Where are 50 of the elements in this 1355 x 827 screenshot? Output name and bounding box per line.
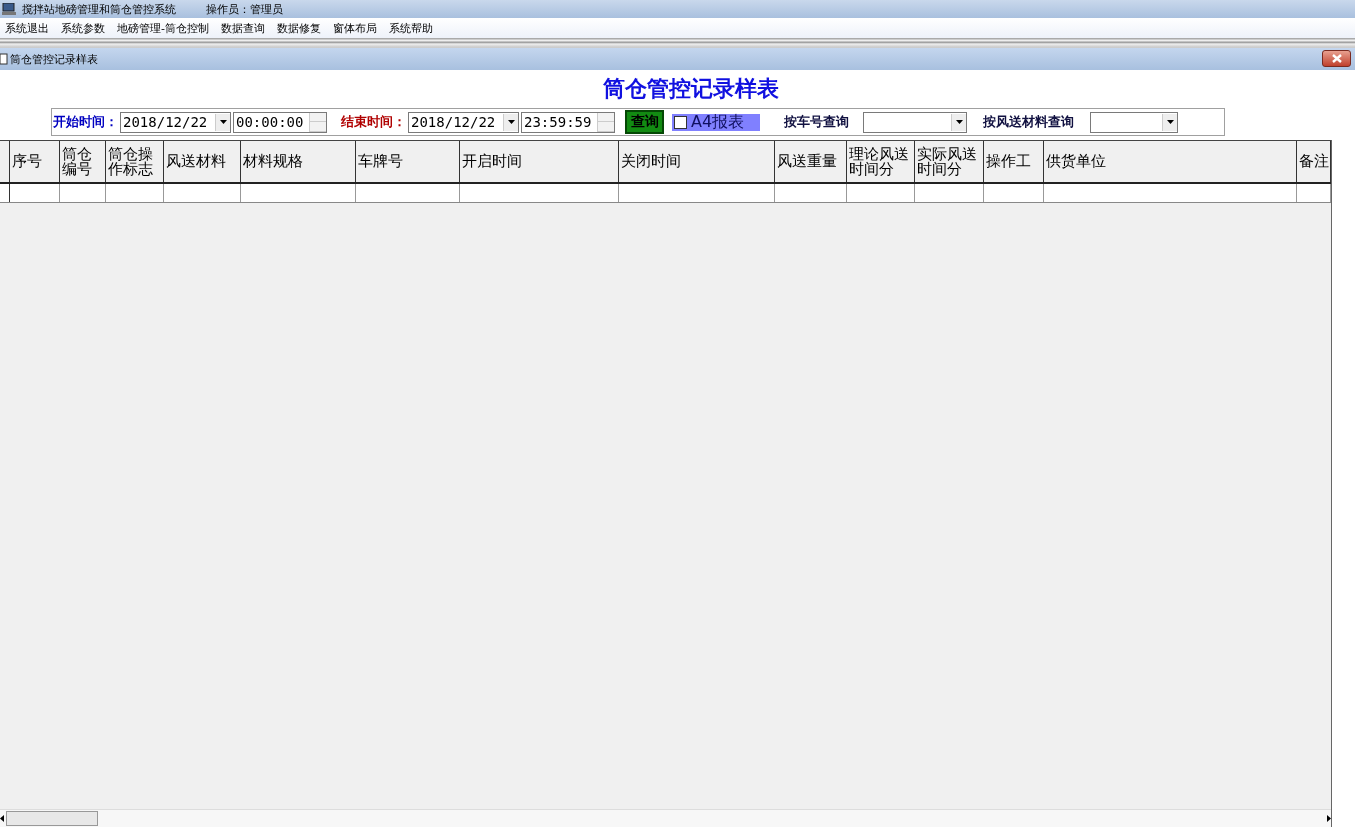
menu-item[interactable]: 系统帮助	[384, 20, 440, 36]
scrollbar-thumb[interactable]	[6, 811, 98, 826]
column-header[interactable]: 操作工	[984, 141, 1044, 182]
dropdown-arrow-icon	[955, 120, 963, 124]
column-header[interactable]: 关闭时间	[619, 141, 775, 182]
computer-icon	[2, 3, 16, 15]
dropdown-arrow-icon	[1166, 120, 1174, 124]
material-dropdown[interactable]	[1090, 111, 1178, 133]
query-button[interactable]: 查询	[625, 110, 664, 134]
column-header[interactable]: 开启时间	[460, 141, 619, 182]
child-window-title: 筒仓管控记录样表	[10, 51, 98, 67]
spin-buttons[interactable]	[309, 112, 326, 132]
menu-item[interactable]: 数据修复	[272, 20, 328, 36]
column-header[interactable]: 风送材料	[164, 141, 241, 182]
column-header[interactable]: 车牌号	[356, 141, 460, 182]
start-date-picker[interactable]: 2018/12/22	[120, 111, 231, 133]
start-time-label: 开始时间：	[53, 113, 118, 131]
column-header[interactable]: 备注	[1297, 141, 1331, 182]
close-button[interactable]	[1322, 50, 1351, 67]
menu-item[interactable]: 数据查询	[216, 20, 272, 36]
plate-dropdown[interactable]	[863, 111, 967, 133]
column-header[interactable]: 供货单位	[1044, 141, 1297, 182]
right-arrow-icon	[1327, 815, 1331, 822]
column-header[interactable]: 理论风送时间分	[847, 141, 915, 182]
menu-item[interactable]: 窗体布局	[328, 20, 384, 36]
left-arrow-icon	[0, 815, 4, 822]
dropdown-arrow-icon	[507, 120, 515, 124]
plate-query-label: 按车号查询	[784, 113, 849, 131]
end-date-picker[interactable]: 2018/12/22	[408, 111, 519, 133]
window-title: 搅拌站地磅管理和筒仓管控系统	[22, 1, 176, 17]
column-header[interactable]: 筒仓编号	[60, 141, 106, 182]
menu-item[interactable]: 地磅管理-筒仓控制	[112, 20, 216, 36]
column-header[interactable]: 材料规格	[241, 141, 356, 182]
menu-item[interactable]: 系统参数	[56, 20, 112, 36]
document-icon	[0, 53, 8, 65]
end-time-label: 结束时间：	[341, 113, 406, 131]
close-icon	[1330, 54, 1343, 63]
column-header[interactable]: 风送重量	[775, 141, 847, 182]
material-query-label: 按风送材料查询	[983, 113, 1074, 131]
end-time-field[interactable]: 23:59:59	[521, 111, 615, 133]
menu-item[interactable]: 系统退出	[0, 20, 56, 36]
a4-report-checkbox[interactable]: A4报表	[672, 113, 760, 131]
spin-buttons[interactable]	[597, 112, 614, 132]
start-time-field[interactable]: 00:00:00	[233, 111, 327, 133]
column-header[interactable]: 实际风送时间分	[915, 141, 984, 182]
column-header[interactable]: 筒仓操作标志	[106, 141, 164, 182]
dropdown-arrow-icon	[219, 120, 227, 124]
column-header[interactable]: 序号	[10, 141, 60, 182]
operator-label: 操作员：管理员	[206, 1, 283, 17]
report-title: 筒仓管控记录样表	[602, 75, 780, 103]
